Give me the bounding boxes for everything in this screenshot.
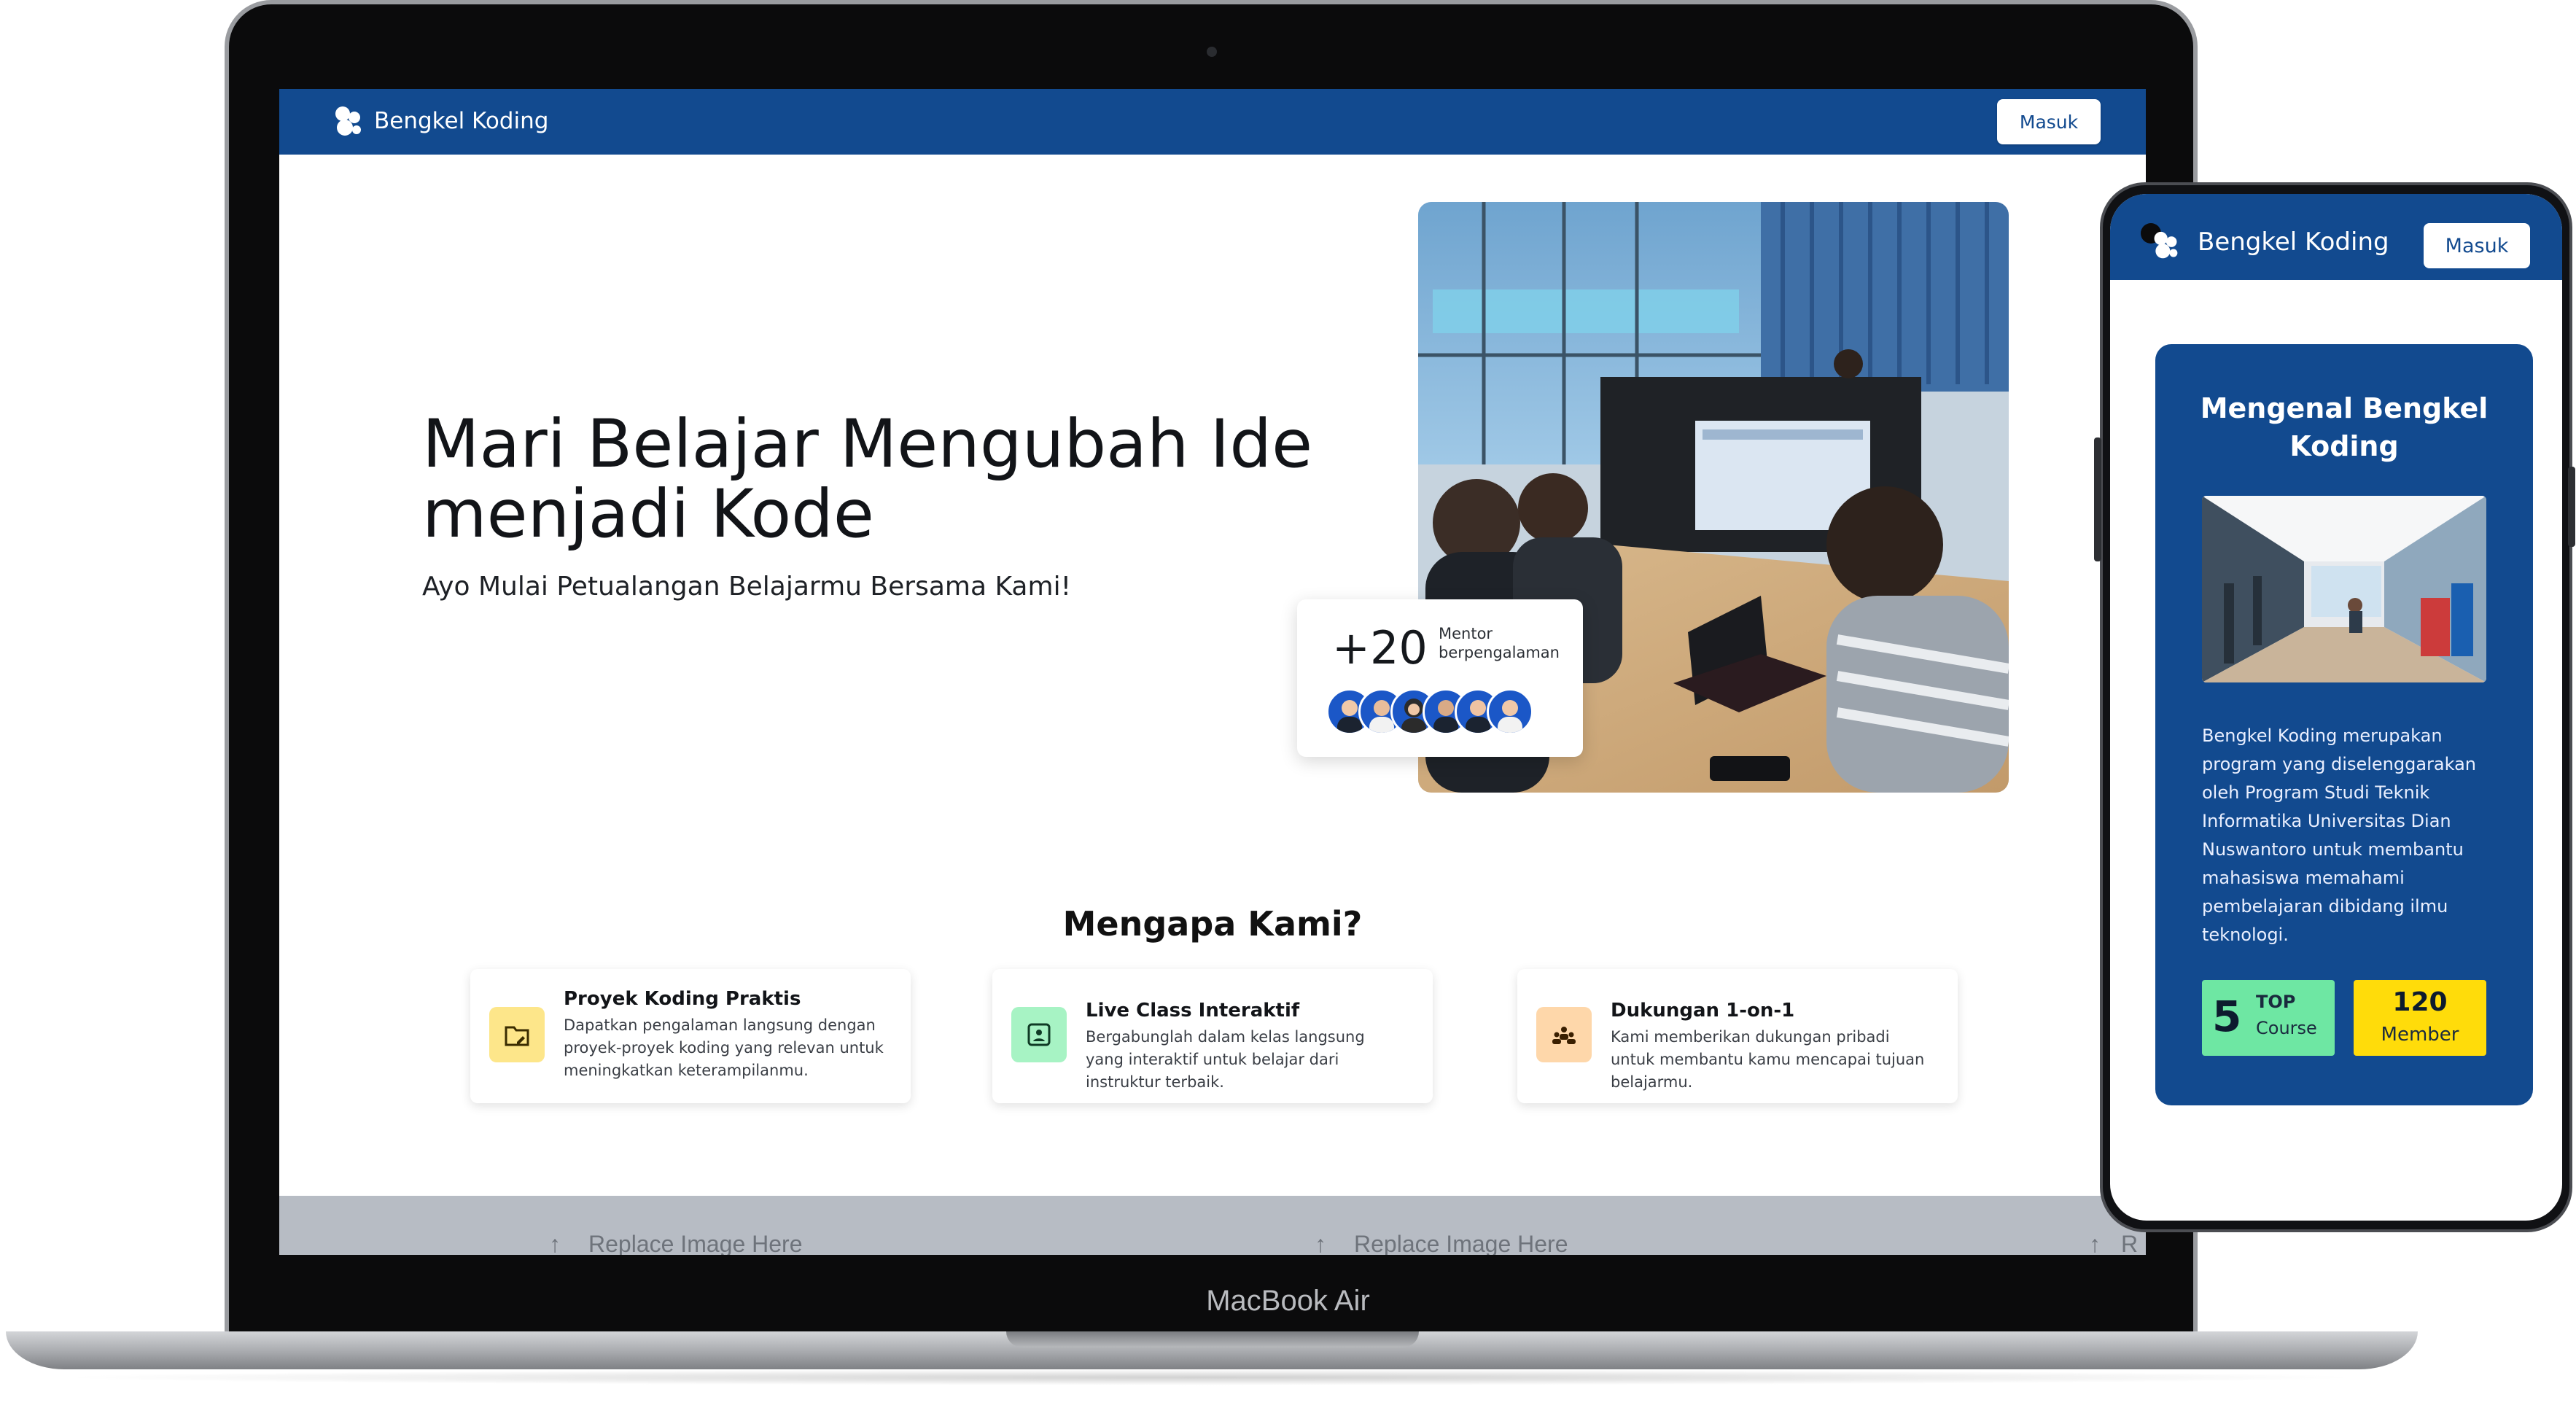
mentor-label: Mentor berpengalaman bbox=[1439, 625, 1560, 661]
phone-side-button bbox=[2568, 467, 2575, 547]
folder-edit-icon bbox=[489, 1007, 545, 1062]
about-description: Bengkel Koding merupakan program yang di… bbox=[2202, 725, 2477, 945]
stat-value: 5 bbox=[2212, 992, 2242, 1041]
feature-description: Dapatkan pengalaman langsung dengan proy… bbox=[564, 1016, 884, 1079]
stat-top-course: 5 TOP Course bbox=[2202, 980, 2335, 1056]
stat-top-label: TOP bbox=[2256, 992, 2296, 1012]
image-placeholder-label[interactable]: Replace Image Here bbox=[588, 1231, 802, 1255]
people-support-icon bbox=[1536, 1007, 1592, 1062]
feature-title: Proyek Koding Praktis bbox=[564, 988, 801, 1010]
login-button[interactable]: Masuk bbox=[1997, 99, 2101, 144]
stat-value: 120 bbox=[2392, 987, 2448, 1017]
phone-side-button bbox=[2094, 437, 2101, 561]
feature-description: Kami memberikan dukungan pribadi untuk m… bbox=[1611, 1028, 1925, 1091]
feature-card: Dukungan 1-on-1 Kami memberikan dukungan… bbox=[1517, 969, 1958, 1103]
feature-card: Proyek Koding Praktis Dapatkan pengalama… bbox=[470, 969, 911, 1103]
image-placeholder-label[interactable]: R bbox=[2121, 1231, 2138, 1255]
hero-title: Mari Belajar Mengubah Ide menjadi Kode bbox=[422, 406, 1313, 553]
laptop-screen: Bengkel Koding Masuk Mari Belajar Mengub… bbox=[279, 89, 2146, 1255]
phone-screen: Bengkel Koding Masuk Mengenal Bengkel Ko… bbox=[2110, 194, 2562, 1221]
brand-name[interactable]: Bengkel Koding bbox=[374, 108, 548, 134]
feature-card: Live Class Interaktif Bergabunglah dalam… bbox=[992, 969, 1433, 1103]
feature-title: Dukungan 1-on-1 bbox=[1611, 1000, 1795, 1022]
stat-label: Course bbox=[2256, 1018, 2317, 1038]
feature-description: Bergabunglah dalam kelas langsung yang i… bbox=[1086, 1028, 1365, 1091]
avatar bbox=[1487, 688, 1533, 735]
laptop-hinge-notch bbox=[1006, 1331, 1419, 1347]
about-title: Mengenal Bengkel Koding bbox=[2200, 392, 2489, 462]
about-card: Mengenal Bengkel Koding Bengkel Koding m… bbox=[2155, 344, 2533, 1105]
upload-arrow-icon: ↑ bbox=[2089, 1231, 2101, 1255]
logo-icon bbox=[335, 106, 361, 136]
laptop-model-label: MacBook Air bbox=[1206, 1285, 1370, 1317]
stat-member: 120 Member bbox=[2354, 980, 2486, 1056]
login-button[interactable]: Masuk bbox=[2424, 223, 2530, 268]
hero-subtitle: Ayo Mulai Petualangan Belajarmu Bersama … bbox=[422, 572, 1071, 602]
logo-icon bbox=[2154, 231, 2178, 259]
image-placeholder-label[interactable]: Replace Image Here bbox=[1354, 1231, 1568, 1255]
upload-arrow-icon: ↑ bbox=[549, 1231, 561, 1255]
brand-name[interactable]: Bengkel Koding bbox=[2198, 227, 2389, 257]
phone-navbar: Bengkel Koding Masuk bbox=[2110, 194, 2562, 280]
laptop-shadow bbox=[51, 1369, 2370, 1385]
why-title: Mengapa Kami? bbox=[1062, 904, 1363, 944]
mentor-count: +20 bbox=[1332, 621, 1428, 674]
stat-label: Member bbox=[2381, 1024, 2459, 1046]
mentor-card: +20 Mentor berpengalaman bbox=[1297, 599, 1583, 757]
about-photo bbox=[2202, 496, 2486, 682]
upload-arrow-icon: ↑ bbox=[1315, 1231, 1326, 1255]
laptop-camera bbox=[1207, 47, 1217, 57]
navbar: Bengkel Koding Masuk bbox=[279, 89, 2146, 155]
video-class-icon bbox=[1011, 1007, 1067, 1062]
feature-title: Live Class Interaktif bbox=[1086, 1000, 1300, 1022]
